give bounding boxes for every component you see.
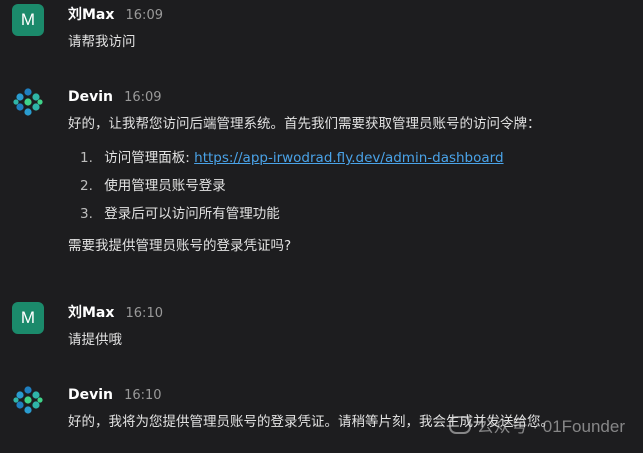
message-text: 请提供哦 [68,332,122,348]
message-intro: 好的，让我帮您访问后端管理系统。首先我们需要获取管理员账号的访问令牌： [68,116,541,132]
watermark-text: 公众号 · 01Founder [476,417,625,436]
user-avatar[interactable]: M [12,302,44,334]
message-text: 请帮我访问 [68,34,136,50]
list-label: 使用管理员账号登录 [104,178,226,194]
message-outro: 需要我提供管理员账号的登录凭证吗? [68,238,292,254]
admin-dashboard-link[interactable]: https://app-irwodrad.fly.dev/admin-dashb… [194,150,503,166]
sender-name[interactable]: Devin [68,89,113,105]
list-item: 2. 使用管理员账号登录 [68,176,632,204]
list-number: 2. [80,178,93,194]
user-avatar[interactable]: M [12,4,44,36]
message-time: 16:09 [125,8,163,23]
chat-thread: M 刘Max 16:09 请帮我访问 Devin 16:09 好的，让我帮您访问… [0,0,643,453]
sender-name[interactable]: Devin [68,387,113,403]
sender-name[interactable]: 刘Max [68,305,114,321]
list-item: 3. 登录后可以访问所有管理功能 [68,204,632,232]
devin-logo-icon [13,386,43,414]
list-label: 访问管理面板: [104,150,190,166]
watermark: 公众号 · 01Founder [448,412,625,437]
list-number: 3. [80,206,93,222]
sender-name[interactable]: 刘Max [68,7,114,23]
message-time: 16:10 [124,388,162,403]
steps-list: 1. 访问管理面板: https://app-irwodrad.fly.dev/… [68,148,632,232]
message-time: 16:10 [125,306,163,321]
message-time: 16:09 [124,90,162,105]
devin-logo-icon [13,88,43,116]
wechat-icon [448,416,471,434]
list-label: 登录后可以访问所有管理功能 [104,206,280,222]
devin-avatar[interactable] [12,86,44,118]
list-number: 1. [80,150,93,166]
devin-avatar[interactable] [12,384,44,416]
list-item: 1. 访问管理面板: https://app-irwodrad.fly.dev/… [68,148,632,176]
